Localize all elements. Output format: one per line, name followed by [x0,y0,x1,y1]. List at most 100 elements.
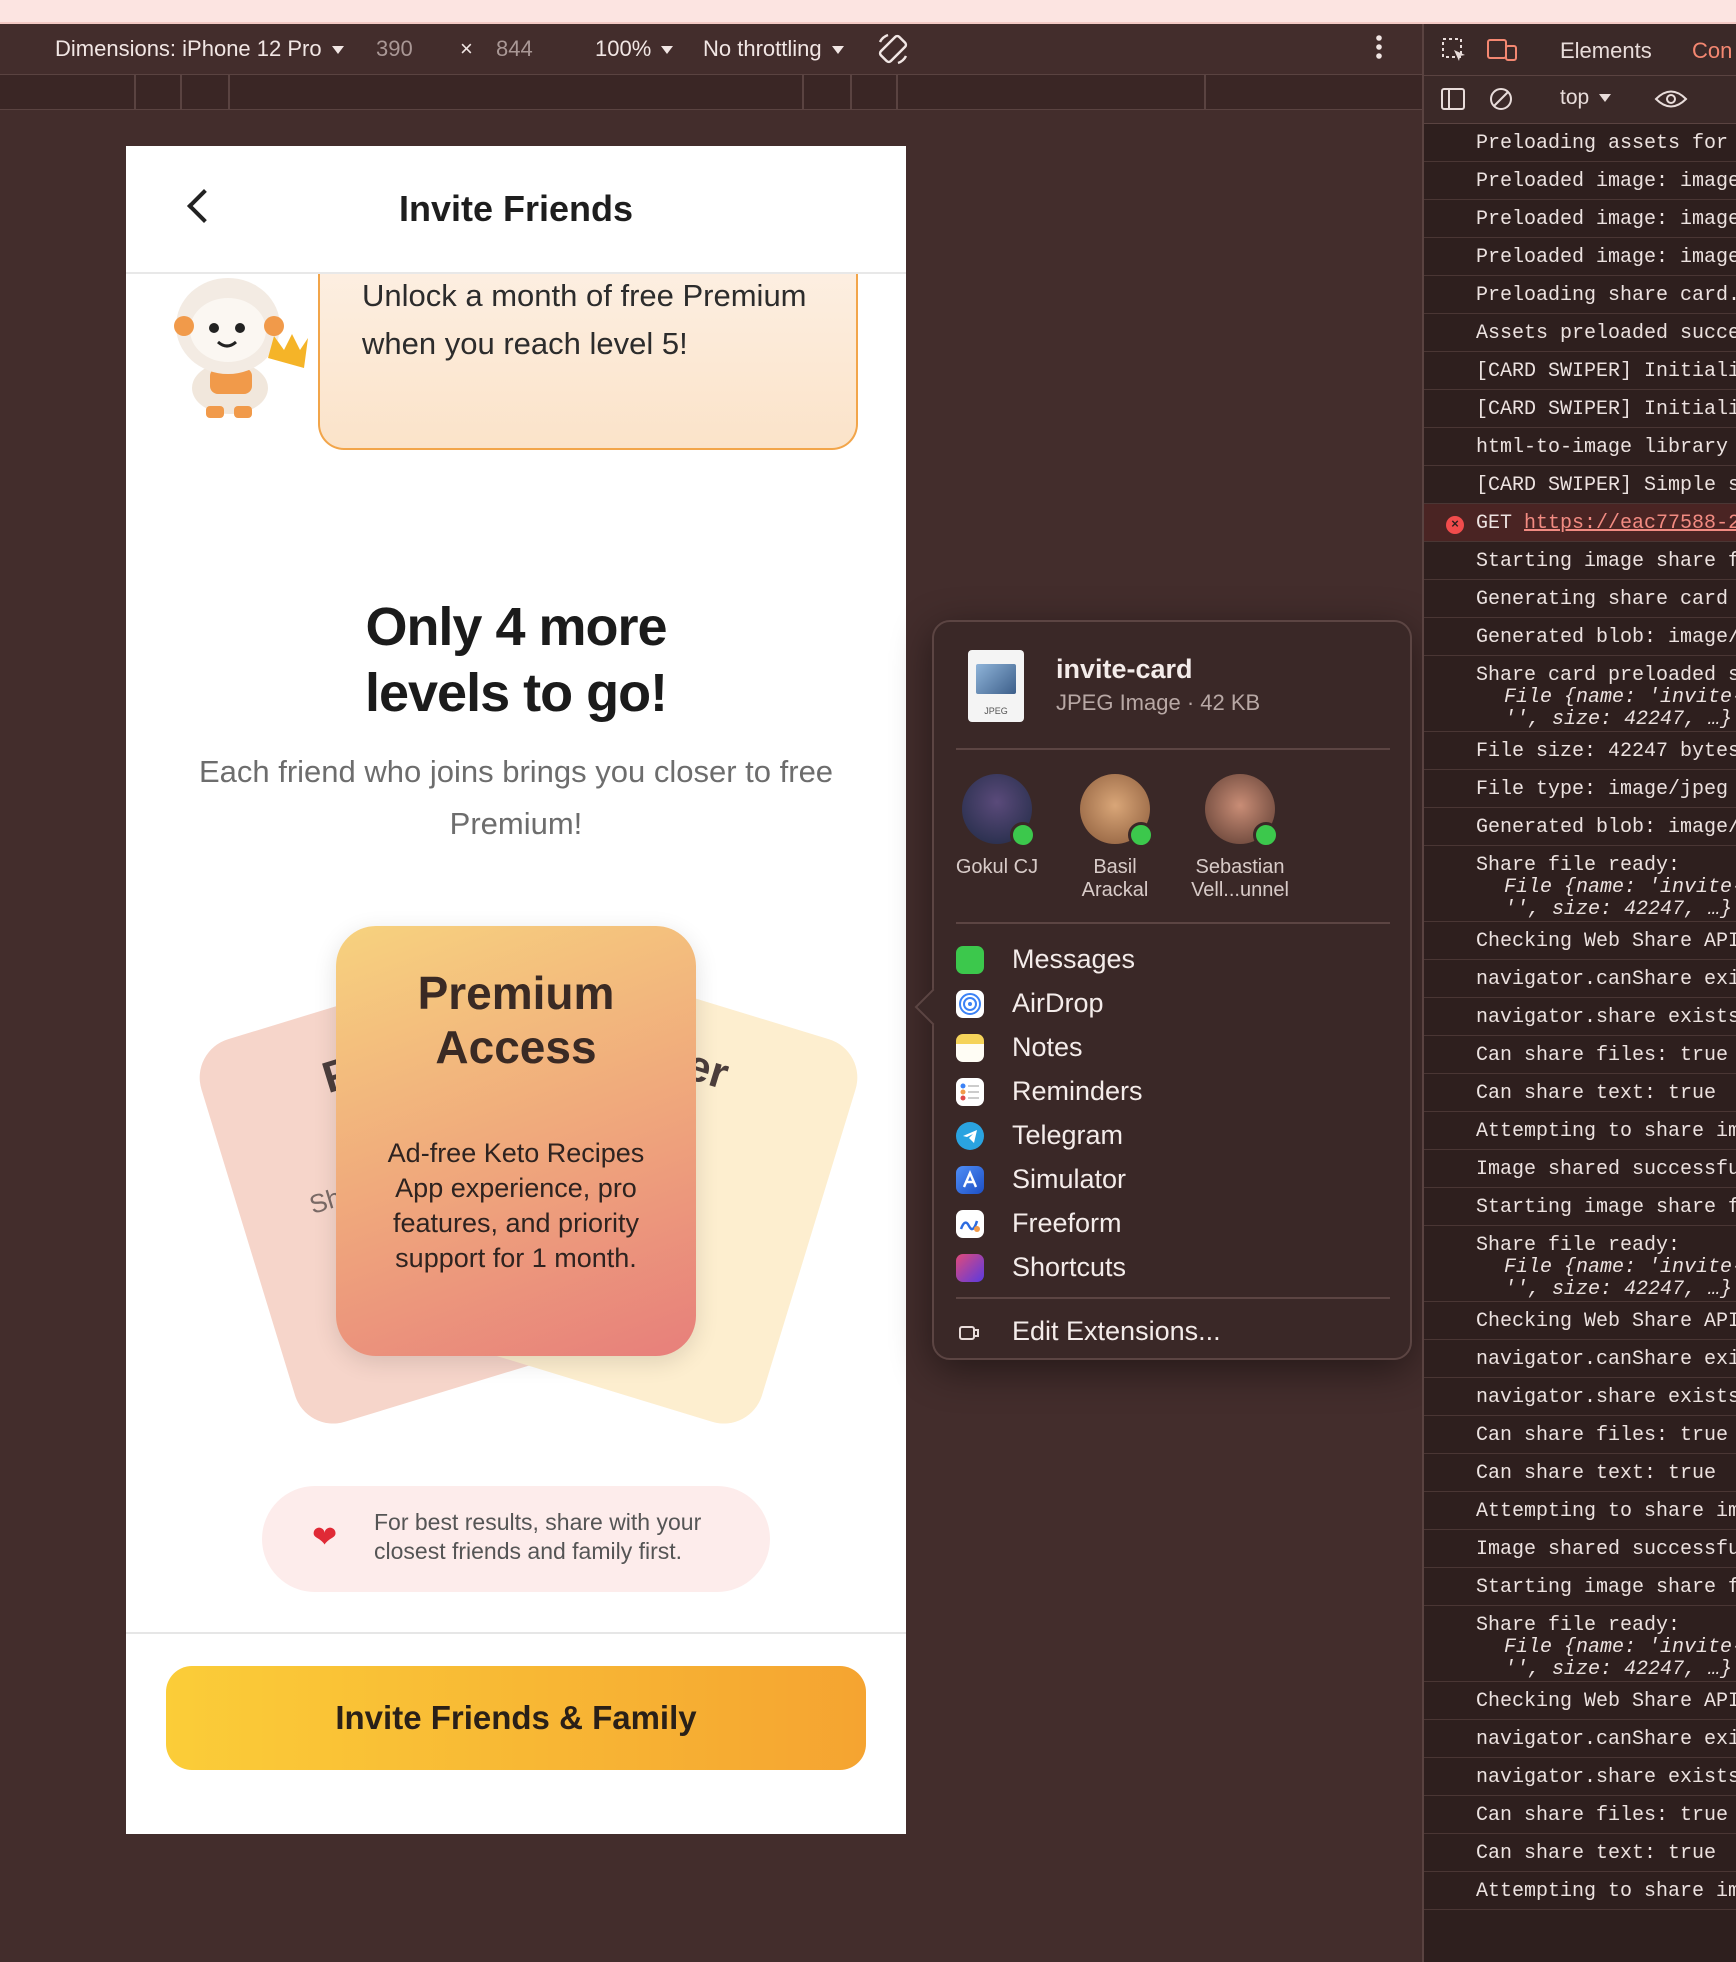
option-label: Telegram [1012,1120,1124,1150]
avatar [1080,774,1154,848]
popover-arrow [914,988,952,1026]
log-line: Preloading assets for [1424,124,1736,162]
log-line: Attempting to share im [1424,1492,1736,1530]
tip-banner: ❤ For best results, share with your clos… [262,1486,770,1592]
heart-icon: ❤ [312,1521,338,1554]
file-object-preview-2: '', size: 42247, …} [1504,898,1733,921]
log-text: Share card preloaded s [1476,664,1736,687]
inspect-element-icon[interactable] [1440,36,1468,70]
promo-banner: Unlock a month of free Premium when you … [318,250,858,450]
share-option-shortcuts[interactable]: Shortcuts [956,1248,1390,1288]
share-sheet: JPEG invite-card JPEG Image · 42 KB Goku… [914,620,1412,1360]
zoom-label: 100% [595,36,652,61]
tab-console[interactable]: Con [1692,38,1732,64]
chevron-down-icon [661,46,674,55]
device-toggle-icon[interactable] [1486,36,1518,70]
width-input[interactable]: 390 [376,36,413,62]
share-option-simulator[interactable]: Simulator [956,1160,1390,1200]
height-input[interactable]: 844 [496,36,533,62]
reminders-icon [956,1078,984,1106]
chevron-down-icon [831,46,844,55]
log-line: Starting image share f [1424,1568,1736,1606]
share-option-reminders[interactable]: Reminders [956,1072,1390,1112]
devtools-panel: Elements Con top Preloading assets for P… [1422,24,1736,1962]
log-line: Starting image share f [1424,1188,1736,1226]
log-line: html-to-image library [1424,428,1736,466]
zoom-selector[interactable]: 100% [595,36,674,62]
messages-icon [956,946,984,974]
log-line: Attempting to share im [1424,1872,1736,1910]
promo-text: Unlock a month of free Premium when you … [362,278,807,361]
levels-heading: Only 4 more levels to go! [126,594,906,726]
log-line: Generating share card [1424,580,1736,618]
option-label: AirDrop [1012,988,1104,1018]
log-line: navigator.share exists [1424,1378,1736,1416]
log-text: Share file ready: [1476,1614,1681,1637]
footer-divider [126,1632,906,1634]
log-line-file[interactable]: Share file ready: File {name: 'invite- '… [1424,1606,1736,1682]
share-option-notes[interactable]: Notes [956,1028,1390,1068]
throttling-selector[interactable]: No throttling [703,36,844,62]
option-label: Edit Extensions... [1012,1316,1221,1346]
avatar [962,774,1036,848]
divider [956,922,1390,924]
context-label: top [1560,86,1590,109]
log-line: Preloaded image: image [1424,200,1736,238]
share-option-airdrop[interactable]: AirDrop [956,984,1390,1024]
error-link[interactable]: https://eac77588-2 [1524,512,1736,535]
tab-elements[interactable]: Elements [1560,38,1652,64]
airdrop-icon [956,990,984,1018]
share-option-telegram[interactable]: Telegram [956,1116,1390,1156]
log-error-line: × GET https://eac77588-2 [1424,504,1736,542]
log-line: Can share text: true [1424,1074,1736,1112]
sidebar-toggle-icon[interactable] [1440,86,1466,117]
file-type-badge: JPEG [984,706,1008,716]
option-label: Messages [1012,944,1136,974]
log-line-file[interactable]: Share file ready: File {name: 'invite- '… [1424,846,1736,922]
log-line-file[interactable]: Share card preloaded s File {name: 'invi… [1424,656,1736,732]
tip-text: For best results, share with your closes… [374,1509,702,1564]
contact-basil[interactable]: Basil Arackal [1060,774,1170,902]
notes-icon [956,1034,984,1062]
log-line: Generated blob: image/ [1424,808,1736,846]
log-text: Share file ready: [1476,1234,1681,1257]
option-label: Shortcuts [1012,1252,1127,1282]
card-main-description: Ad-free Keto Recipes App experience, pro… [387,1138,645,1273]
browser-top-strip [0,0,1736,24]
reward-card-premium[interactable]: Premium Access Ad-free Keto Recipes App … [336,926,696,1356]
subtitle: Each friend who joins brings you closer … [198,754,834,841]
more-options-icon[interactable] [1374,32,1384,68]
astronaut-mascot-icon [174,278,308,418]
media-query-ruler [0,74,1422,110]
file-object-preview: File {name: 'invite- [1504,1256,1736,1279]
log-text: Share file ready: [1476,854,1681,877]
contact-name: Basil Arackal [1081,856,1149,901]
invite-friends-button[interactable]: Invite Friends & Family [166,1666,866,1770]
rotate-icon[interactable] [876,32,910,72]
log-line: Checking Web Share API [1424,1302,1736,1340]
log-line: [CARD SWIPER] Initiali [1424,390,1736,428]
console-toolbar: top [1424,76,1736,124]
log-line: Image shared successfu [1424,1150,1736,1188]
divider [956,748,1390,750]
levels-heading-line-2: levels to go! [364,663,668,723]
shortcuts-icon [956,1254,984,1282]
contact-gokul[interactable]: Gokul CJ [942,774,1052,879]
log-line: Image shared successfu [1424,1530,1736,1568]
log-line: [CARD SWIPER] Initiali [1424,352,1736,390]
context-selector[interactable]: top [1560,86,1612,110]
log-line: [CARD SWIPER] Simple s [1424,466,1736,504]
log-line: File size: 42247 bytes [1424,732,1736,770]
share-option-messages[interactable]: Messages [956,940,1390,980]
log-line: Checking Web Share API [1424,922,1736,960]
log-line-file[interactable]: Share file ready: File {name: 'invite- '… [1424,1226,1736,1302]
file-object-preview: File {name: 'invite- [1504,686,1736,709]
contact-sebastian[interactable]: Sebastian Vell...unnel [1176,774,1304,902]
share-option-freeform[interactable]: Freeform [956,1204,1390,1244]
error-method: GET [1476,512,1513,535]
device-selector[interactable]: Dimensions: iPhone 12 Pro [55,36,344,62]
edit-extensions-button[interactable]: Edit Extensions... [956,1312,1390,1352]
live-expression-eye-icon[interactable] [1654,88,1688,115]
log-line: Preloading share card. [1424,276,1736,314]
clear-console-icon[interactable] [1488,86,1514,117]
